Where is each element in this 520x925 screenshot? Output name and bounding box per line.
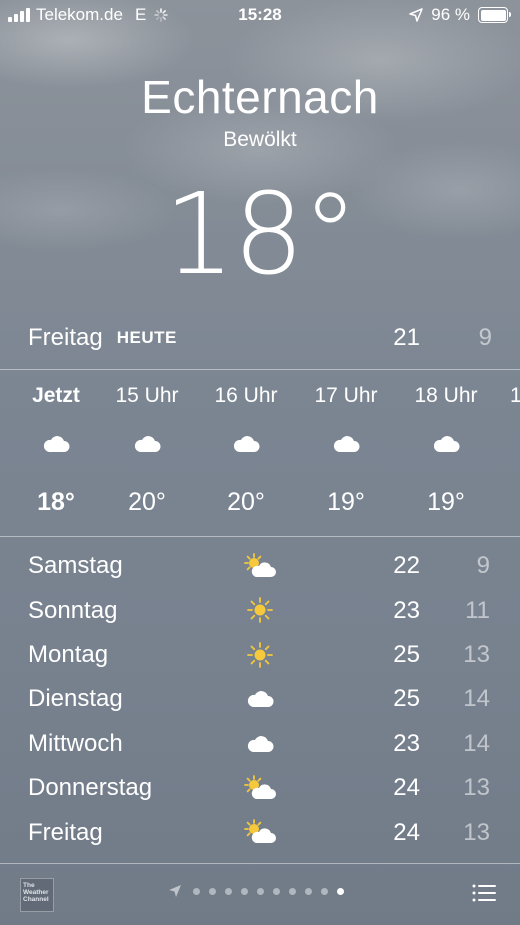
page-dot [257,887,264,895]
daily-row: Sonntag 23 11 [0,588,520,632]
battery-icon [478,7,511,23]
today-tag: HEUTE [116,328,177,347]
page-dot [225,887,232,895]
page-dot [209,887,216,895]
daily-row: Freitag 24 13 [0,810,520,854]
hour-temperature: 20° [128,488,166,516]
daily-forecast[interactable]: Samstag 22 9 Sonntag 23 11 Montag 25 13 … [0,544,520,855]
status-bar-right: 96 % [409,5,511,25]
hour-label: 16 Uhr [214,384,278,407]
hour-label: 18 Uhr [414,384,478,407]
weather-condition: Bewölkt [223,128,297,151]
partly-cloudy-icon [240,552,280,580]
day-low: 13 [463,818,490,846]
day-name: Sonntag [28,596,118,624]
hourly-forecast[interactable]: Jetzt 18° 15 Uhr 20° 16 Uhr 20° 17 Uhr 1… [0,370,520,536]
hour-item: 17 Uhr 19° [301,370,391,517]
hour-item-partial: 1 [500,370,520,408]
cloud-icon [11,434,101,458]
page-dot [193,887,200,895]
day-high: 24 [393,818,420,846]
today-high: 21 [393,324,420,351]
location-header: Echternach Bewölkt [0,70,520,152]
daily-row: Donnerstag 24 13 [0,766,520,810]
day-name: Mittwoch [28,729,123,757]
daily-row: Samstag 22 9 [0,544,520,588]
cloud-icon [401,434,491,458]
cloud-icon [201,434,291,458]
city-name: Echternach [141,71,379,123]
page-indicator[interactable] [168,884,344,898]
page-dot-active [337,887,344,895]
cloud-icon [301,434,391,458]
day-high: 22 [393,552,420,580]
status-bar: Telekom.de E 15:28 96 % [0,0,520,30]
divider-middle [0,536,520,537]
current-temperature: 18° [163,170,359,300]
day-low: 9 [476,552,490,580]
sun-icon [240,596,280,624]
cloud-icon [240,685,280,713]
daily-row: Mittwoch 23 14 [0,722,520,766]
day-name: Samstag [28,552,123,580]
daily-row: Dienstag 25 14 [0,677,520,721]
day-name: Dienstag [28,685,123,713]
day-low: 14 [463,685,490,713]
page-dot [289,887,296,895]
hour-label: Jetzt [32,384,80,407]
day-low: 11 [465,596,490,624]
page-dot [321,887,328,895]
day-high: 24 [393,774,420,802]
bottom-toolbar: The Weather Channel [0,864,520,925]
page-dot [273,887,280,895]
day-low: 13 [463,640,490,668]
logo-text: The Weather Channel [23,882,49,903]
cloud-icon [102,434,192,458]
cloud-icon [240,730,280,758]
day-high: 25 [393,640,420,668]
day-high: 23 [393,596,420,624]
day-low: 14 [463,729,490,757]
today-summary: Freitag HEUTE 21 9 [28,318,492,358]
hour-temperature: 19° [327,488,365,516]
day-name: Montag [28,640,109,668]
daily-row: Montag 25 13 [0,633,520,677]
hour-item: 18 Uhr 19° [401,370,491,517]
day-name: Donnerstag [28,774,153,802]
hour-label: 17 Uhr [314,384,378,407]
today-low: 9 [478,324,492,351]
partly-cloudy-icon [240,774,280,802]
hour-item: Jetzt 18° [11,370,101,517]
partly-cloudy-icon [240,818,280,846]
day-low: 13 [463,774,490,802]
day-name: Freitag [28,818,103,846]
page-dot [241,887,248,895]
hour-item: 15 Uhr 20° [102,370,192,517]
day-high: 23 [393,729,420,757]
sun-icon [240,641,280,669]
hour-temperature: 20° [227,488,265,516]
location-arrow-icon [169,885,181,897]
location-arrow-icon [409,8,423,22]
today-day: Freitag [28,324,103,351]
hour-temperature: 18° [37,488,75,516]
list-icon[interactable] [472,884,496,902]
battery-percent: 96 % [431,5,470,24]
hour-label: 15 Uhr [115,384,179,407]
hour-item: 16 Uhr 20° [201,370,291,517]
hour-label: 1 [510,384,520,407]
page-dot [305,887,312,895]
weather-channel-logo[interactable]: The Weather Channel [20,878,54,912]
hour-temperature: 19° [427,488,465,516]
day-high: 25 [393,685,420,713]
